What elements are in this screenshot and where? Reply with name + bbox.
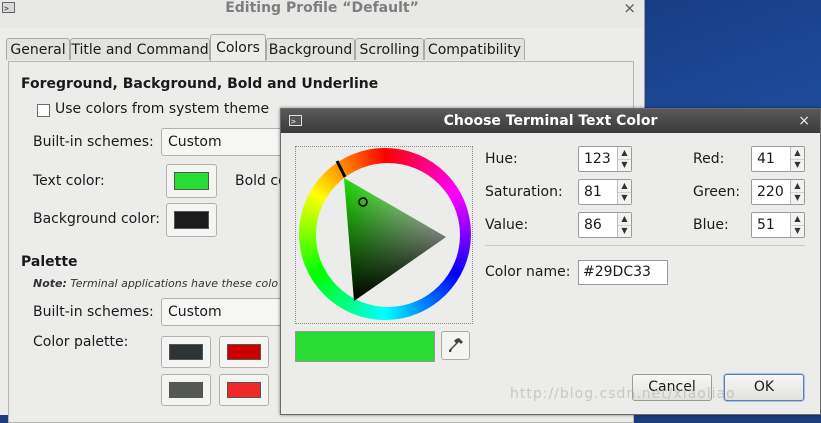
palette-swatch [227, 382, 261, 398]
red-label: Red: [693, 151, 725, 167]
tab-compatibility[interactable]: Compatibility [424, 38, 525, 60]
eyedropper-icon [449, 338, 463, 352]
tab-background[interactable]: Background [266, 38, 355, 60]
use-system-colors-label: Use colors from system theme [55, 101, 270, 117]
builtin-schemes-label: Built-in schemes: [33, 134, 154, 150]
hue-value: 123 [584, 151, 611, 167]
palette-heading: Palette [21, 254, 78, 270]
spin-down-icon[interactable]: ▼ [618, 225, 631, 237]
background-color-button[interactable] [166, 203, 217, 237]
hue-label: Hue: [485, 151, 518, 167]
tab-scrolling[interactable]: Scrolling [355, 38, 424, 60]
value-value: 86 [584, 217, 602, 233]
separator [485, 245, 805, 246]
hsv-color-wheel[interactable] [295, 146, 473, 324]
green-spinbutton[interactable]: 220 ▲ ▼ [751, 179, 805, 205]
saturation-label: Saturation: [485, 184, 563, 200]
close-icon[interactable]: × [623, 0, 636, 16]
tab-title-and-command[interactable]: Title and Command [70, 38, 210, 60]
current-color-preview [295, 331, 435, 362]
value-spinbutton[interactable]: 86 ▲ ▼ [578, 212, 632, 238]
palette-note: Note: Terminal applications have these c… [33, 277, 278, 290]
text-color-swatch [174, 172, 209, 190]
dialog-title-bar: >_ Choose Terminal Text Color × [281, 109, 820, 133]
palette-color-button[interactable] [219, 336, 269, 368]
blue-label: Blue: [693, 217, 729, 233]
spin-down-icon[interactable]: ▼ [791, 192, 804, 204]
spin-down-icon[interactable]: ▼ [791, 159, 804, 171]
palette-color-button[interactable] [161, 374, 211, 406]
blue-value: 51 [757, 217, 775, 233]
palette-swatch [169, 382, 203, 398]
color-name-label: Color name: [485, 264, 571, 280]
section-heading-foreground: Foreground, Background, Bold and Underli… [21, 76, 379, 92]
hue-spinbutton[interactable]: 123 ▲ ▼ [578, 146, 632, 172]
red-spinbutton[interactable]: 41 ▲ ▼ [751, 146, 805, 172]
bold-color-label: Bold co [235, 173, 287, 189]
color-chooser-dialog: >_ Choose Terminal Text Color × Hue: 123… [280, 108, 821, 415]
palette-swatch [227, 344, 261, 360]
color-name-input[interactable]: #29DC33 [578, 260, 668, 285]
palette-color-button[interactable] [161, 336, 211, 368]
ok-button[interactable]: OK [724, 374, 804, 401]
green-label: Green: [693, 184, 741, 200]
eyedropper-button[interactable] [441, 331, 470, 360]
value-label: Value: [485, 217, 529, 233]
palette-color-button[interactable] [219, 374, 269, 406]
close-icon[interactable]: × [798, 109, 810, 133]
background-color-swatch [174, 211, 209, 229]
tab-general[interactable]: General [6, 38, 70, 60]
red-value: 41 [757, 151, 775, 167]
text-color-label: Text color: [33, 173, 105, 189]
tab-colors[interactable]: Colors [210, 34, 266, 61]
spin-down-icon[interactable]: ▼ [618, 159, 631, 171]
spin-down-icon[interactable]: ▼ [791, 225, 804, 237]
green-value: 220 [757, 184, 784, 200]
watermark: http://blog.csdn.net/xiaoliao [510, 386, 736, 402]
palette-note-text: Terminal applications have these colo [66, 277, 279, 290]
palette-schemes-label: Built-in schemes: [33, 304, 154, 320]
text-color-button[interactable] [166, 164, 217, 198]
saturation-value-triangle[interactable] [296, 147, 472, 323]
title-bar: >_ Editing Profile “Default” × [0, 0, 644, 28]
use-system-colors-checkbox[interactable] [37, 104, 50, 117]
background-color-label: Background color: [33, 211, 160, 227]
color-palette-label: Color palette: [33, 334, 129, 350]
blue-spinbutton[interactable]: 51 ▲ ▼ [751, 212, 805, 238]
dialog-title: Choose Terminal Text Color [443, 113, 658, 129]
saturation-value: 81 [584, 184, 602, 200]
window-title: Editing Profile “Default” [225, 0, 419, 16]
palette-swatch [169, 344, 203, 360]
palette-note-prefix: Note: [33, 277, 67, 290]
saturation-spinbutton[interactable]: 81 ▲ ▼ [578, 179, 632, 205]
spin-down-icon[interactable]: ▼ [618, 192, 631, 204]
